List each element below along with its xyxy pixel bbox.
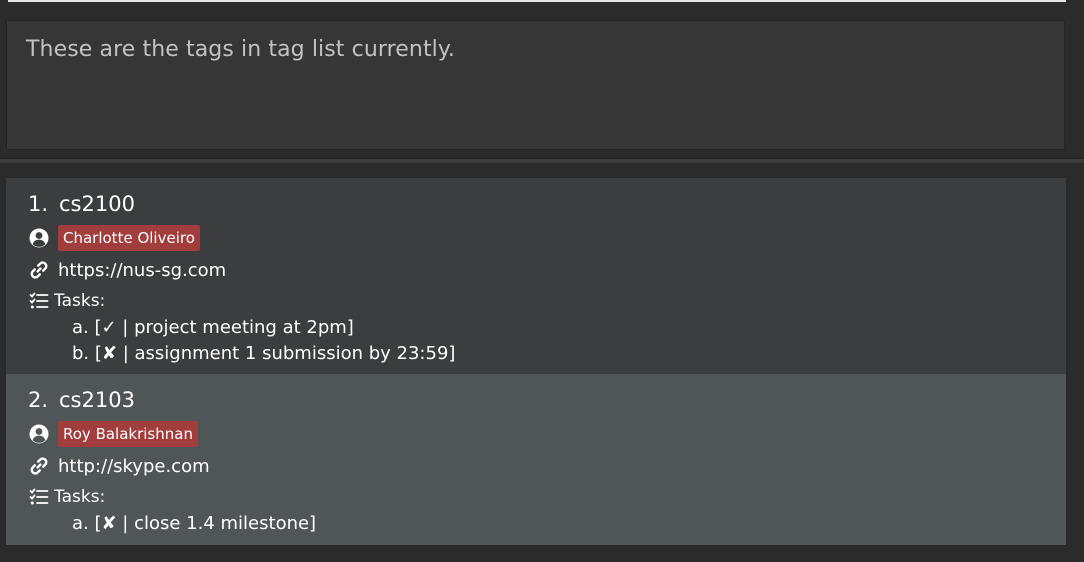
tag-link[interactable]: http://skype.com <box>58 456 210 477</box>
task-list-icon <box>28 290 50 312</box>
link-icon <box>28 455 50 477</box>
tasks-row: Tasks: <box>28 486 105 508</box>
tag-title: 2. cs2103 <box>28 388 135 412</box>
tag-index: 2. <box>28 388 49 412</box>
tag-link[interactable]: https://nus-sg.com <box>58 260 226 281</box>
person-row: Charlotte Oliveiro <box>28 225 200 251</box>
task-item: a. [✘ | close 1.4 milestone] <box>72 513 317 534</box>
tag-card[interactable]: 1. cs2100 Charlotte Oliveiro https://nus… <box>6 178 1066 374</box>
tasks-row: Tasks: <box>28 290 105 312</box>
tag-list[interactable]: 1. cs2100 Charlotte Oliveiro https://nus… <box>6 178 1066 545</box>
task-item: b. [✘ | assignment 1 submission by 23:59… <box>72 343 456 364</box>
link-row: http://skype.com <box>28 455 210 477</box>
tag-title: 1. cs2100 <box>28 192 135 216</box>
user-circle-icon <box>28 227 50 249</box>
command-box-underline <box>8 0 1066 2</box>
tag-index: 1. <box>28 192 49 216</box>
panel-divider <box>0 158 1084 163</box>
person-tag: Charlotte Oliveiro <box>58 225 200 251</box>
tasks-label: Tasks: <box>54 291 106 311</box>
result-display: These are the tags in tag list currently… <box>6 20 1065 150</box>
tasks-label: Tasks: <box>54 487 106 507</box>
tag-name: cs2103 <box>59 388 135 412</box>
tag-card[interactable]: 2. cs2103 Roy Balakrishnan http://skype.… <box>6 374 1066 545</box>
task-list-icon <box>28 486 50 508</box>
user-circle-icon <box>28 423 50 445</box>
result-message: These are the tags in tag list currently… <box>26 37 455 62</box>
person-tag: Roy Balakrishnan <box>58 421 198 447</box>
task-item: a. [✓ | project meeting at 2pm] <box>72 317 354 338</box>
link-icon <box>28 259 50 281</box>
tag-name: cs2100 <box>59 192 135 216</box>
person-row: Roy Balakrishnan <box>28 421 198 447</box>
link-row: https://nus-sg.com <box>28 259 226 281</box>
